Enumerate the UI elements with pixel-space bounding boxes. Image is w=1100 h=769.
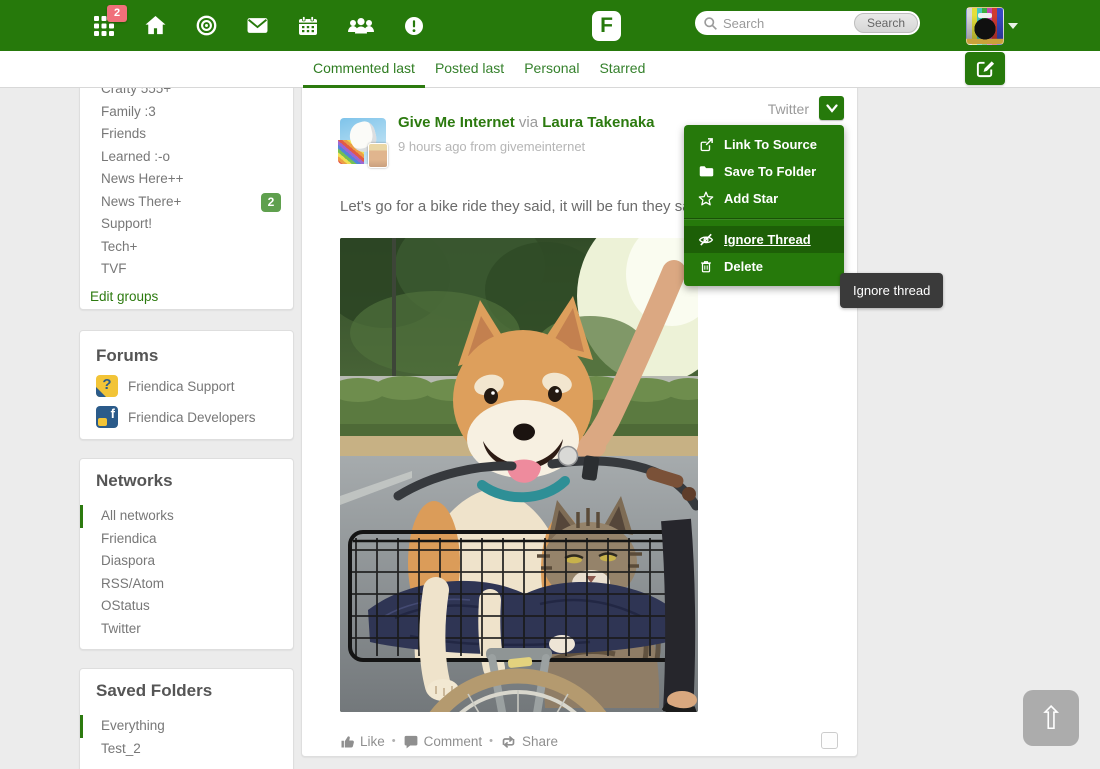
scroll-to-top-button[interactable]: ⇧	[1023, 690, 1079, 746]
star-icon	[698, 191, 714, 206]
forum-item-friendica-developers[interactable]: Friendica Developers	[96, 406, 293, 428]
photo-illustration	[340, 238, 698, 712]
network-item-friendica[interactable]: Friendica	[80, 528, 293, 551]
calendar-icon	[298, 16, 318, 36]
network-item-diaspora[interactable]: Diaspora	[80, 550, 293, 573]
menu-item-link-to-source[interactable]: Link To Source	[684, 131, 844, 158]
forum-item-friendica-support[interactable]: Friendica Support	[96, 375, 293, 397]
post-timestamp: 9 hours ago from givemeinternet	[398, 139, 585, 154]
feed-tabs: Commented last Posted last Personal Star…	[303, 51, 655, 88]
navbar-icons: 2	[93, 0, 454, 51]
tab-posted-last[interactable]: Posted last	[425, 51, 514, 88]
sidebar-item-group[interactable]: Support!	[80, 213, 293, 236]
menu-item-ignore-thread[interactable]: Ignore Thread	[684, 226, 844, 253]
post-action-bar: Like • Comment • Share	[340, 731, 558, 751]
users-icon	[348, 16, 374, 36]
action-separator: •	[392, 735, 396, 747]
forum-support-icon	[96, 375, 118, 397]
bullseye-icon	[196, 15, 217, 36]
notifications-button[interactable]	[403, 15, 425, 37]
saved-folders-panel: Saved Folders Everything Test_2	[79, 668, 294, 769]
networks-title: Networks	[80, 471, 293, 491]
menu-divider	[684, 218, 844, 220]
chevron-down-icon	[826, 104, 838, 113]
post-author-link[interactable]: Give Me Internet	[398, 114, 515, 131]
post-photo[interactable]	[340, 238, 698, 712]
feed-tabbar: Commented last Posted last Personal Star…	[0, 51, 1100, 88]
sidebar-item-group[interactable]: TVF	[80, 258, 293, 281]
menu-item-delete[interactable]: Delete	[684, 253, 844, 280]
thumbs-up-icon	[340, 734, 355, 749]
home-button[interactable]	[144, 15, 166, 37]
contacts-button[interactable]	[348, 15, 374, 37]
post-select-checkbox[interactable]	[821, 732, 838, 749]
sidebar-item-group[interactable]: Friends	[80, 123, 293, 146]
friendica-logo[interactable]: F	[592, 11, 621, 41]
menu-item-save-to-folder[interactable]: Save To Folder	[684, 158, 844, 185]
eye-slash-icon	[698, 232, 714, 247]
sidebar-item-group[interactable]: Tech+	[80, 236, 293, 259]
network-item-all[interactable]: All networks	[80, 505, 293, 528]
comment-button[interactable]: Comment	[403, 734, 483, 749]
notification-count-badge: 2	[107, 5, 127, 22]
search-submit-button[interactable]: Search	[854, 13, 918, 33]
via-author-avatar	[368, 143, 388, 168]
post-menu-toggle-button[interactable]	[819, 96, 844, 120]
saved-folders-title: Saved Folders	[80, 681, 293, 701]
home-icon	[145, 15, 166, 36]
post-author-line: Give Me Internet via Laura Takenaka	[398, 114, 655, 131]
sidebar-item-group[interactable]: 2 News There+	[80, 191, 293, 214]
network-button[interactable]	[195, 15, 217, 37]
groups-panel: Crafty 555+ Family :3 Friends Learned :-…	[79, 66, 294, 310]
sidebar-item-group[interactable]: News Here++	[80, 168, 293, 191]
user-menu-caret-icon[interactable]	[1008, 23, 1018, 29]
via-label: via	[519, 114, 538, 131]
post-options-menu: Link To Source Save To Folder Add Star I…	[684, 125, 844, 286]
networks-panel: Networks All networks Friendica Diaspora…	[79, 458, 294, 650]
network-item-rss-atom[interactable]: RSS/Atom	[80, 573, 293, 596]
external-link-icon	[698, 137, 714, 152]
action-separator: •	[489, 735, 493, 747]
exclamation-circle-icon	[404, 16, 424, 36]
edit-groups-link[interactable]: Edit groups	[80, 287, 293, 307]
tab-commented-last[interactable]: Commented last	[303, 51, 425, 88]
share-button[interactable]: Share	[500, 734, 558, 749]
trash-icon	[698, 259, 714, 274]
via-author-link[interactable]: Laura Takenaka	[542, 114, 654, 131]
navbar: 2	[0, 0, 1100, 51]
tab-personal[interactable]: Personal	[514, 51, 589, 88]
forums-panel: Forums Friendica Support Friendica Devel…	[79, 330, 294, 440]
pencil-square-icon	[975, 58, 996, 79]
sidebar-item-group[interactable]: Family :3	[80, 101, 293, 124]
comment-bubble-icon	[403, 734, 419, 749]
ignore-thread-tooltip: Ignore thread	[840, 273, 943, 308]
events-button[interactable]	[297, 15, 319, 37]
apps-menu-button[interactable]: 2	[93, 15, 115, 37]
messages-button[interactable]	[246, 15, 268, 37]
network-item-ostatus[interactable]: OStatus	[80, 595, 293, 618]
post-network-label: Twitter	[768, 101, 809, 117]
search-input[interactable]	[718, 16, 854, 31]
envelope-icon	[247, 17, 268, 34]
user-avatar[interactable]	[966, 7, 1004, 45]
compose-button[interactable]	[965, 52, 1005, 85]
forum-developers-icon	[96, 406, 118, 428]
menu-item-add-star[interactable]: Add Star	[684, 185, 844, 212]
forums-title: Forums	[96, 346, 293, 366]
folder-item-everything[interactable]: Everything	[80, 715, 293, 738]
up-arrow-icon: ⇧	[1038, 702, 1065, 734]
tab-starred[interactable]: Starred	[589, 51, 655, 88]
navbar-search: Search	[695, 11, 920, 35]
search-icon	[703, 16, 718, 31]
network-item-twitter[interactable]: Twitter	[80, 618, 293, 641]
group-unread-badge: 2	[261, 193, 281, 212]
like-button[interactable]: Like	[340, 734, 385, 749]
sidebar-item-group[interactable]: Learned :-o	[80, 146, 293, 169]
folder-icon	[698, 165, 714, 178]
post-author-avatar[interactable]	[340, 118, 386, 164]
retweet-icon	[500, 734, 517, 749]
folder-item-test-2[interactable]: Test_2	[80, 738, 293, 761]
